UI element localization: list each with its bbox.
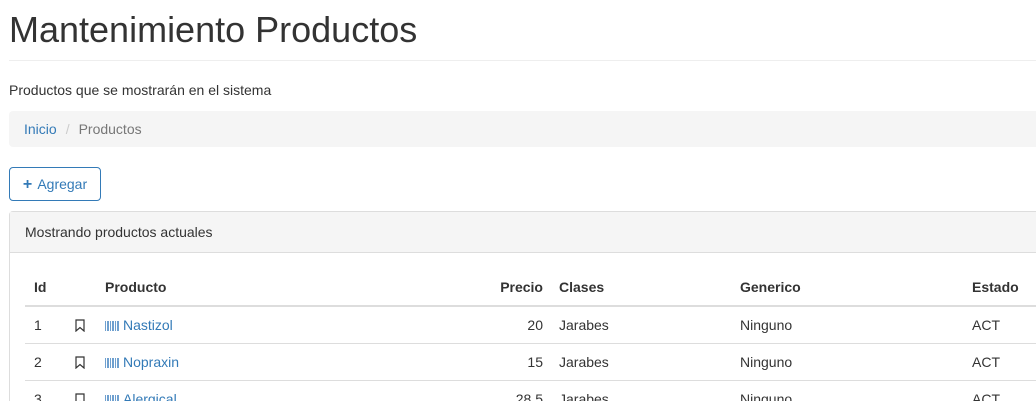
table-header-row: Id Producto Precio Clases Generico Estad… bbox=[25, 268, 1036, 307]
product-link[interactable]: Nopraxin bbox=[105, 354, 179, 370]
plus-icon: + bbox=[22, 176, 33, 193]
column-header-bookmark bbox=[59, 268, 105, 307]
column-header-clases: Clases bbox=[551, 268, 740, 307]
table-row: 2 Nopraxin 15 Jarabes Ninguno ACT bbox=[25, 343, 1036, 381]
column-header-producto: Producto bbox=[105, 268, 441, 307]
row-clases: Jarabes bbox=[551, 306, 740, 344]
row-id: 1 bbox=[25, 306, 59, 344]
page-subtitle: Productos que se mostrarán en el sistema bbox=[9, 82, 272, 98]
product-link[interactable]: Nastizol bbox=[105, 317, 173, 333]
row-estado: ACT bbox=[972, 306, 1036, 344]
product-link[interactable]: Alergical bbox=[105, 391, 177, 401]
barcode-icon bbox=[105, 395, 120, 401]
row-estado: ACT bbox=[972, 380, 1036, 401]
barcode-icon bbox=[105, 321, 120, 331]
page: Mantenimiento Productos Productos que se… bbox=[0, 0, 1036, 401]
column-header-estado: Estado bbox=[972, 268, 1036, 307]
add-button[interactable]: + Agregar bbox=[9, 167, 101, 201]
breadcrumb-separator: / bbox=[65, 121, 70, 137]
row-generico: Ninguno bbox=[740, 343, 972, 381]
breadcrumb-current: Productos bbox=[78, 121, 142, 137]
row-generico: Ninguno bbox=[740, 380, 972, 401]
row-id: 2 bbox=[25, 343, 59, 381]
row-id: 3 bbox=[25, 380, 59, 401]
panel-heading: Mostrando productos actuales bbox=[10, 212, 1036, 253]
product-name: Nastizol bbox=[123, 317, 173, 333]
products-panel: Mostrando productos actuales Id Producto… bbox=[9, 211, 1036, 401]
column-header-precio: Precio bbox=[441, 268, 551, 307]
row-generico: Ninguno bbox=[740, 306, 972, 344]
row-estado: ACT bbox=[972, 343, 1036, 381]
row-precio: 15 bbox=[441, 343, 551, 381]
row-precio: 20 bbox=[441, 306, 551, 344]
table-row: 1 Nastizol 20 Jarabes Ninguno ACT bbox=[25, 306, 1036, 344]
product-name: Nopraxin bbox=[123, 354, 180, 370]
page-header: Mantenimiento Productos bbox=[9, 8, 1036, 61]
breadcrumb-home-link[interactable]: Inicio bbox=[24, 121, 57, 137]
product-name: Alergical bbox=[123, 391, 177, 401]
bookmark-icon[interactable] bbox=[75, 318, 105, 332]
table-row: 3 Alergical 28.5 Jarabes Ninguno ACT bbox=[25, 380, 1036, 401]
bookmark-icon[interactable] bbox=[75, 392, 105, 401]
bookmark-icon[interactable] bbox=[75, 355, 105, 369]
page-title: Mantenimiento Productos bbox=[9, 9, 418, 50]
row-clases: Jarabes bbox=[551, 380, 740, 401]
row-precio: 28.5 bbox=[441, 380, 551, 401]
column-header-id: Id bbox=[25, 268, 59, 307]
products-table: Id Producto Precio Clases Generico Estad… bbox=[25, 268, 1036, 401]
barcode-icon bbox=[105, 358, 120, 368]
row-clases: Jarabes bbox=[551, 343, 740, 381]
add-button-label: Agregar bbox=[37, 176, 88, 192]
breadcrumb: Inicio / Productos bbox=[9, 111, 1036, 147]
column-header-generico: Generico bbox=[740, 268, 972, 307]
